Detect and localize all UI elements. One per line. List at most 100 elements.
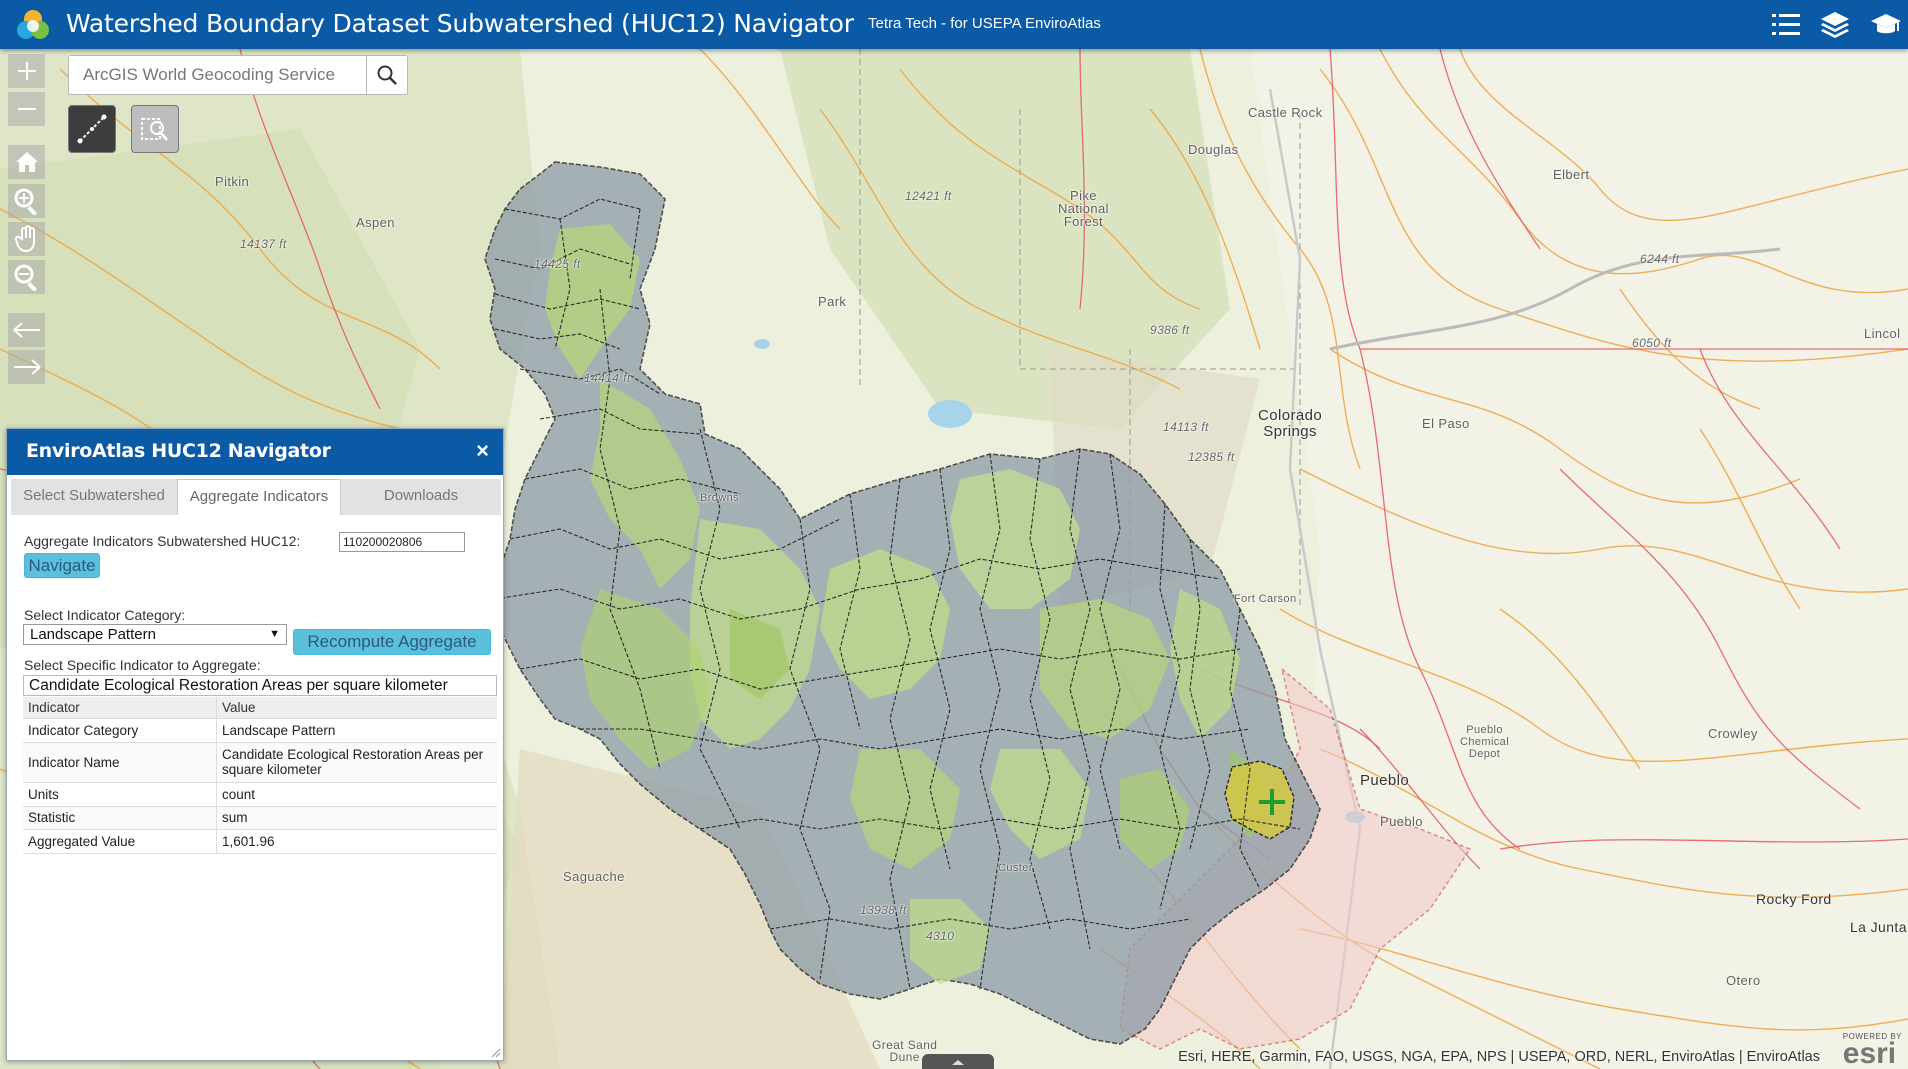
map-label: Park — [818, 294, 847, 309]
list-icon[interactable] — [1770, 9, 1802, 41]
map-label: Crowley — [1708, 726, 1758, 741]
panel-tabs: Select Subwatershed Aggregate Indicators… — [11, 479, 501, 515]
arrow-left-icon — [12, 322, 40, 338]
table-row: Indicator Name Candidate Ecological Rest… — [23, 742, 497, 783]
map-label: Castle Rock — [1248, 105, 1323, 120]
elevation-label: 6244 ft — [1640, 252, 1680, 266]
minus-icon — [17, 108, 36, 110]
zoom-in-icon — [14, 188, 37, 215]
map-label: La Junta — [1850, 919, 1907, 935]
search-box — [68, 55, 408, 95]
pan-button[interactable] — [8, 222, 45, 256]
tab-aggregate-indicators[interactable]: Aggregate Indicators — [177, 479, 341, 515]
table-row: Statistic sum — [23, 806, 497, 830]
resize-handle-icon[interactable] — [489, 1046, 501, 1058]
zoom-in-box-button[interactable] — [8, 184, 45, 218]
table-cell-value: Landscape Pattern — [216, 718, 497, 743]
zoom-in-button[interactable] — [8, 54, 45, 88]
previous-extent-button[interactable] — [8, 313, 45, 347]
table-row: Aggregated Value 1,601.96 — [23, 829, 497, 854]
layers-icon[interactable] — [1819, 9, 1851, 41]
map-label: Pueblo — [1380, 814, 1423, 829]
huc-label: Aggregate Indicators Subwatershed HUC12: — [24, 533, 301, 549]
app-subtitle: Tetra Tech - for USEPA EnviroAtlas — [868, 15, 1101, 32]
search-input[interactable] — [69, 56, 367, 94]
panel-header: EnviroAtlas HUC12 Navigator × — [7, 429, 503, 475]
map-label: Colorado Springs — [1258, 407, 1323, 440]
huc12-navigator-panel: EnviroAtlas HUC12 Navigator × Select Sub… — [6, 428, 504, 1061]
table-cell-value: sum — [216, 806, 497, 830]
elevation-label: 6050 ft — [1632, 336, 1672, 350]
map-label: El Paso — [1422, 416, 1470, 431]
plus-icon — [17, 62, 36, 80]
navigate-button[interactable]: Navigate — [24, 553, 100, 578]
zoom-out-icon — [14, 264, 37, 291]
elevation-label: 13938 ft — [860, 903, 907, 917]
app-root: Watershed Boundary Dataset Subwatershed … — [0, 0, 1908, 1069]
table-cell-key: Indicator Category — [23, 718, 217, 743]
table-cell-key: Statistic — [23, 806, 217, 830]
map-label: Douglas — [1188, 142, 1239, 157]
map-label: Fort Carson — [1234, 593, 1297, 605]
draw-line-tool-button[interactable] — [68, 105, 116, 153]
map-label: Pueblo Chemical Depot — [1460, 724, 1510, 760]
huc12-input[interactable] — [339, 532, 465, 552]
tab-downloads[interactable]: Downloads — [341, 479, 501, 515]
elevation-label: 14414 ft — [584, 371, 631, 385]
dropdown-arrow-icon: ▼ — [269, 628, 280, 640]
table-row: Units count — [23, 782, 497, 807]
table-header-cell: Indicator — [23, 697, 217, 719]
table-cell-value: Candidate Ecological Restoration Areas p… — [216, 742, 497, 783]
map-label: Pitkin — [215, 174, 250, 189]
elevation-label: 9386 ft — [1150, 323, 1190, 337]
table-header-row: Indicator Value — [23, 697, 497, 719]
map-label: Aspen — [356, 215, 395, 230]
map-label: Rocky Ford — [1756, 891, 1832, 907]
map-label: Pueblo — [1360, 772, 1410, 789]
bottom-panel-toggle[interactable] — [922, 1054, 994, 1069]
map-label: Browns — [700, 492, 740, 504]
select-search-icon — [141, 118, 168, 141]
select-area-tool-button[interactable] — [131, 105, 179, 153]
hand-icon — [14, 225, 35, 253]
esri-logo: POWERED BY esri — [1842, 1032, 1902, 1069]
category-select-value: Landscape Pattern — [30, 626, 156, 643]
specific-indicator-label: Select Specific Indicator to Aggregate: — [24, 657, 261, 673]
category-label: Select Indicator Category: — [24, 607, 186, 623]
map-label: Pike National Forest — [1058, 188, 1109, 229]
elevation-label: 14137 ft — [240, 237, 287, 251]
app-header: Watershed Boundary Dataset Subwatershed … — [0, 0, 1908, 49]
elevation-label: 12385 ft — [1188, 450, 1235, 464]
search-icon — [377, 65, 397, 85]
zoom-out-button[interactable] — [8, 92, 45, 126]
panel-title: EnviroAtlas HUC12 Navigator — [26, 440, 331, 462]
next-extent-button[interactable] — [8, 350, 45, 384]
map-attribution: Esri, HERE, Garmin, FAO, USGS, NGA, EPA,… — [1178, 1049, 1820, 1065]
zoom-out-box-button[interactable] — [8, 260, 45, 294]
close-button[interactable]: × — [476, 439, 489, 463]
arrow-right-icon — [13, 359, 41, 375]
map-label: Saguache — [563, 869, 625, 884]
search-button[interactable] — [366, 56, 407, 94]
specific-indicator-select[interactable]: Candidate Ecological Restoration Areas p… — [23, 675, 497, 696]
chevron-up-icon — [952, 1060, 964, 1065]
table-cell-key: Indicator Name — [23, 742, 217, 783]
table-header-cell: Value — [216, 697, 497, 719]
lake — [928, 400, 972, 428]
tab-select-subwatershed[interactable]: Select Subwatershed — [11, 479, 177, 515]
table-cell-value: 1,601.96 — [216, 829, 497, 854]
map-label: Otero — [1726, 973, 1761, 988]
home-button[interactable] — [8, 145, 45, 179]
category-select[interactable]: Landscape Pattern ▼ — [23, 624, 287, 645]
indicator-table: Indicator Value Indicator Category Lands… — [23, 697, 497, 854]
elevation-label: 12421 ft — [905, 189, 952, 203]
esri-wordmark: esri — [1842, 1037, 1897, 1069]
home-icon — [15, 152, 38, 172]
lake — [754, 339, 770, 349]
table-row: Indicator Category Landscape Pattern — [23, 718, 497, 743]
table-cell-key: Units — [23, 782, 217, 807]
recompute-aggregate-button[interactable]: Recompute Aggregate — [293, 629, 491, 655]
graduation-cap-icon[interactable] — [1870, 9, 1902, 41]
table-cell-value: count — [216, 782, 497, 807]
elevation-label: 14113 ft — [1163, 420, 1209, 434]
